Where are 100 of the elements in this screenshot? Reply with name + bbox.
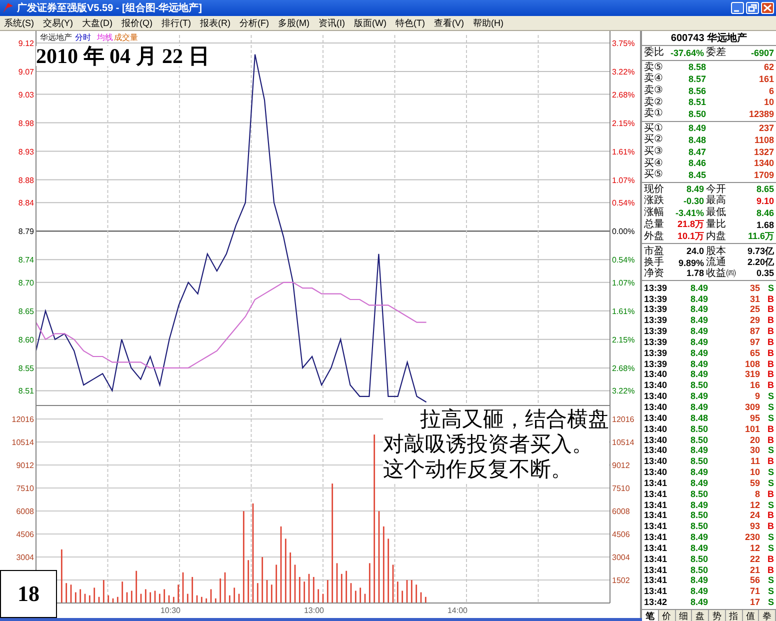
trade-volume: 22	[748, 554, 760, 564]
trade-time: 13:40	[644, 456, 668, 466]
order-level-label: 卖②	[644, 96, 664, 108]
percent-tick-label: 3.22%	[612, 386, 635, 396]
trade-time: 13:40	[644, 391, 668, 402]
order-price: 8.58	[687, 62, 706, 72]
menu-item[interactable]: 多股(M)	[278, 16, 310, 30]
menu-item[interactable]: 大盘(D)	[82, 16, 112, 30]
field-value: -37.64%	[669, 48, 704, 58]
legend-label: 华远地产	[40, 33, 72, 42]
field-label: 量比	[705, 219, 726, 230]
minimize-button[interactable]	[731, 2, 744, 14]
order-price: 8.47	[687, 146, 706, 157]
trade-time: 13:41	[644, 575, 668, 586]
price-tick-label: 8.74	[18, 256, 34, 265]
trade-side: S	[766, 391, 774, 402]
percent-tick-label: 0.54%	[612, 256, 635, 265]
trade-side: S	[766, 282, 774, 293]
trade-time: 13:41	[644, 500, 668, 510]
legend-label: 成交量	[114, 33, 138, 42]
order-price: 8.46	[687, 158, 706, 168]
trade-time: 13:39	[644, 358, 668, 369]
trade-side: B	[766, 315, 774, 326]
trade-volume: 31	[748, 294, 760, 304]
time-tick-label: 14:00	[447, 606, 468, 615]
order-volume: 1327	[752, 146, 774, 157]
trade-side: S	[766, 586, 774, 596]
menu-item[interactable]: 特色(T)	[396, 16, 425, 30]
menu-item[interactable]: 排行(T)	[162, 16, 191, 30]
field-label: 委比	[644, 47, 665, 58]
trade-side: S	[766, 597, 774, 608]
menu-item[interactable]: 查看(V)	[434, 16, 464, 30]
trade-price: 8.49	[689, 445, 708, 456]
trade-volume: 9	[754, 391, 760, 402]
menu-item[interactable]: 版面(W)	[354, 16, 386, 30]
price-tick-label: 8.88	[18, 176, 34, 185]
restore-button[interactable]	[746, 2, 759, 14]
order-volume: 6	[768, 86, 774, 96]
trade-volume: 65	[748, 348, 760, 358]
field-value: 0.35	[755, 268, 774, 278]
menu-item[interactable]: 报表(R)	[200, 16, 230, 30]
menu-item[interactable]: 交易(Y)	[43, 16, 73, 30]
trade-price: 8.49	[689, 402, 708, 412]
percent-tick-label: 1.61%	[612, 306, 635, 316]
trade-side: S	[766, 412, 774, 423]
menu-item[interactable]: 系统(S)	[4, 16, 34, 30]
trade-price: 8.49	[689, 304, 708, 314]
order-level-label: 买⑤	[644, 169, 664, 180]
field-value: 8.46	[755, 208, 774, 218]
trade-time: 13:40	[644, 467, 668, 478]
field-value: 1.68	[755, 220, 774, 230]
menu-item[interactable]: 分析(F)	[240, 16, 269, 30]
app-icon	[2, 2, 14, 14]
trade-side: B	[766, 369, 774, 380]
field-value: 9.89%	[677, 258, 704, 268]
trade-side: B	[766, 348, 774, 358]
menu-item[interactable]: 资讯(I)	[318, 16, 345, 30]
order-volume: 1108	[753, 134, 774, 145]
trade-time: 13:40	[644, 412, 668, 423]
trade-side: B	[766, 380, 774, 390]
trade-price: 8.49	[689, 500, 708, 510]
field-label: 涨幅	[644, 207, 665, 218]
trade-time: 13:40	[644, 380, 668, 390]
volume-tick-label: 4506	[612, 530, 630, 539]
trade-side: S	[766, 542, 774, 553]
percent-tick-label: 2.68%	[612, 364, 635, 373]
trade-time: 13:40	[644, 424, 668, 434]
menu-item[interactable]: 报价(Q)	[122, 16, 152, 30]
trade-side: B	[766, 510, 774, 520]
trade-volume: 56	[748, 575, 760, 586]
price-tick-label: 8.65	[18, 306, 34, 316]
field-label: 换手	[644, 257, 665, 268]
percent-tick-label: 2.15%	[612, 335, 635, 344]
trade-side: S	[766, 575, 774, 586]
panel-tab[interactable]: 笔	[642, 610, 659, 621]
trade-time: 13:41	[644, 554, 668, 564]
percent-tick-label: 1.07%	[612, 278, 635, 288]
trade-volume: 8	[754, 488, 760, 499]
trade-time: 13:39	[644, 348, 668, 358]
order-volume: 237	[758, 123, 774, 134]
trade-price: 8.49	[689, 358, 708, 369]
trade-volume: 20	[748, 434, 760, 445]
trade-volume: 35	[748, 282, 760, 293]
price-tick-label: 9.03	[18, 90, 34, 100]
close-button[interactable]	[761, 2, 774, 14]
trade-time: 13:39	[644, 336, 668, 347]
trade-volume: 97	[748, 336, 760, 347]
volume-tick-label: 9012	[612, 461, 630, 470]
trade-side: S	[766, 500, 774, 510]
trade-price: 8.50	[689, 424, 708, 434]
trade-time: 13:39	[644, 326, 668, 336]
trade-volume: 10	[748, 467, 760, 478]
trade-side: S	[766, 467, 774, 478]
order-price: 8.50	[687, 108, 706, 119]
trade-side: B	[766, 434, 774, 445]
volume-tick-label: 7510	[612, 484, 630, 493]
page-number: 18	[0, 570, 57, 618]
trade-price: 8.49	[689, 586, 708, 596]
trade-price: 8.49	[689, 369, 708, 380]
menu-item[interactable]: 帮助(H)	[473, 16, 504, 30]
